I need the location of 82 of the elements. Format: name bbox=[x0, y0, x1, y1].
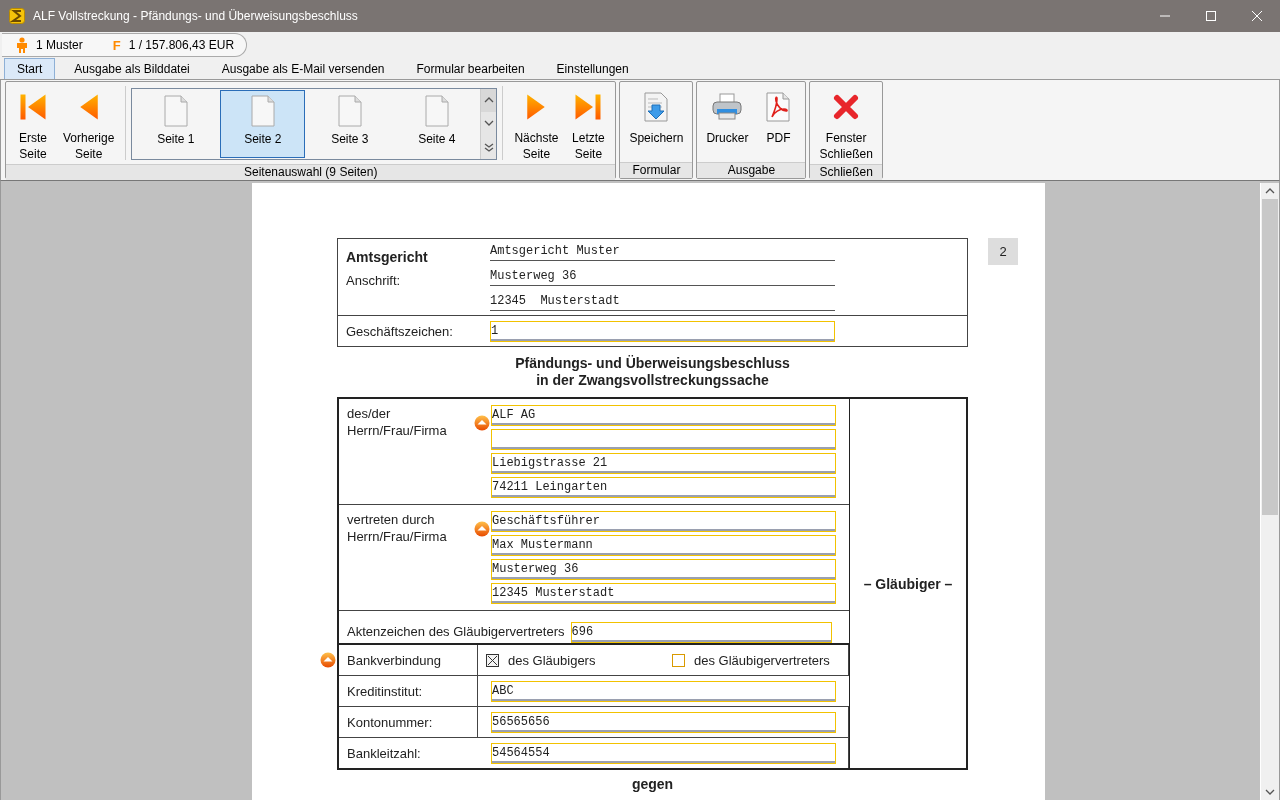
app-logo-icon bbox=[9, 8, 25, 24]
document-download-icon bbox=[643, 92, 670, 122]
claim-icon: F bbox=[112, 37, 121, 53]
section-heading: gegen bbox=[630, 776, 675, 792]
input-field[interactable]: ALF AG bbox=[491, 405, 836, 426]
input-field[interactable]: ABC bbox=[491, 680, 836, 702]
page-number: 2 bbox=[988, 238, 1018, 265]
input-field[interactable]: Geschäftsführer bbox=[491, 511, 836, 532]
input-field[interactable]: 74211 Leingarten bbox=[491, 477, 836, 498]
window-title: ALF Vollstreckung - Pfändungs- und Überweisungsbeschluss bbox=[33, 9, 359, 23]
field-label: Bankleitzahl: bbox=[347, 745, 421, 761]
last-button[interactable]: Letzte Seite bbox=[564, 84, 613, 162]
ribbon-tab[interactable]: Einstellungen bbox=[543, 58, 642, 79]
fill-in-line[interactable]: Musterweg 36 bbox=[490, 268, 835, 286]
claim-total: 1 / 157.806,43 EUR bbox=[128, 38, 235, 52]
scroll-up-icon[interactable] bbox=[1265, 188, 1275, 194]
print-button[interactable]: Drucker bbox=[700, 84, 755, 160]
expand-button[interactable] bbox=[480, 135, 497, 159]
field-label: Kreditinstitut: bbox=[347, 683, 423, 699]
ribbon-tab[interactable]: Formular bearbeiten bbox=[403, 58, 538, 79]
checkbox[interactable] bbox=[486, 653, 499, 667]
prev-button[interactable]: Vorherige Seite bbox=[57, 84, 121, 162]
field-label: Kontonummer: bbox=[347, 714, 433, 730]
page-thumbnail[interactable]: Seite 4 bbox=[394, 90, 480, 158]
page-thumbnail[interactable]: Seite 3 bbox=[307, 90, 393, 158]
ribbon-tab[interactable]: Ausgabe als E-Mail versenden bbox=[208, 58, 398, 79]
scroll-up-button[interactable] bbox=[480, 89, 497, 113]
input-field[interactable]: Liebigstrasse 21 bbox=[491, 453, 836, 474]
debtor-count: 1 Muster bbox=[36, 38, 83, 52]
document-icon bbox=[249, 95, 276, 127]
skip-end-icon bbox=[573, 92, 604, 122]
ribbon-tab[interactable]: Ausgabe als Bilddatei bbox=[61, 58, 203, 79]
window-close-icon bbox=[1252, 11, 1262, 21]
fill-in-line[interactable]: 12345 Musterstadt bbox=[490, 293, 835, 311]
pdf-button[interactable]: PDF bbox=[754, 84, 803, 160]
document-icon bbox=[423, 95, 450, 127]
collapse-up-icon[interactable] bbox=[474, 415, 490, 431]
group-label: Formular bbox=[620, 162, 693, 178]
field-label: Geschäftszeichen: bbox=[346, 324, 454, 339]
save-button[interactable]: Speichern bbox=[623, 84, 690, 160]
field-label: vertreten durch Herrn/Frau/Firma bbox=[347, 511, 447, 545]
input-field[interactable]: 1 bbox=[490, 321, 835, 342]
close-button[interactable]: Fenster Schließen bbox=[813, 84, 879, 162]
field-label: Bankverbindung bbox=[347, 652, 441, 668]
field-label: des/der Herrn/Frau/Firma bbox=[347, 405, 447, 439]
field-label: Anschrift: bbox=[346, 273, 402, 288]
collapse-up-icon[interactable] bbox=[474, 521, 490, 537]
ribbon-tab[interactable]: Start bbox=[4, 58, 56, 79]
collapse-up-icon[interactable] bbox=[320, 652, 336, 668]
group-label: Ausgabe bbox=[697, 162, 806, 178]
input-field[interactable]: 54564554 bbox=[491, 742, 836, 764]
input-field[interactable]: Musterweg 36 bbox=[491, 559, 836, 580]
input-field[interactable]: Max Mustermann bbox=[491, 535, 836, 556]
input-field[interactable]: 56565656 bbox=[491, 711, 836, 733]
scroll-down-button[interactable] bbox=[480, 112, 497, 136]
fill-in-line[interactable]: Amtsgericht Muster bbox=[490, 243, 835, 261]
group-label: Seitenauswahl (9 Seiten) bbox=[6, 164, 616, 180]
double-chevron-down-icon bbox=[483, 142, 494, 152]
form-title: Pfändungs- und Überweisungsbeschluss in der Zwangsvollstreckungssache bbox=[514, 355, 791, 389]
court-heading: Amtsgericht bbox=[346, 249, 429, 265]
next-button[interactable]: Nächste Seite bbox=[508, 84, 565, 162]
input-field[interactable] bbox=[491, 429, 836, 450]
page-thumbnail[interactable]: Seite 2 bbox=[220, 90, 306, 158]
input-field[interactable]: 12345 Musterstadt bbox=[491, 583, 836, 604]
scrollbar-thumb[interactable] bbox=[1262, 199, 1278, 515]
pdf-document-icon bbox=[765, 92, 792, 122]
skip-start-icon bbox=[18, 92, 48, 122]
first-button[interactable]: Erste Seite bbox=[9, 84, 57, 162]
window-maximize-icon bbox=[1206, 11, 1216, 21]
party-label: – Gläubiger – bbox=[849, 399, 966, 768]
page-thumbnail[interactable]: Seite 1 bbox=[133, 90, 219, 158]
document-icon bbox=[336, 95, 363, 127]
printer-icon bbox=[711, 92, 744, 122]
input-field[interactable]: 696 bbox=[570, 622, 832, 643]
group-label: Schließen bbox=[810, 164, 882, 180]
checkbox-label: des Gläubigervertreters bbox=[694, 652, 830, 668]
document-icon bbox=[162, 95, 189, 127]
checkbox-label: des Gläubigers bbox=[508, 652, 596, 668]
person-icon bbox=[16, 37, 28, 53]
field-label: Aktenzeichen des Gläubigervertreters bbox=[347, 624, 565, 639]
checkbox[interactable] bbox=[672, 653, 685, 667]
scroll-down-icon[interactable] bbox=[1265, 789, 1275, 795]
